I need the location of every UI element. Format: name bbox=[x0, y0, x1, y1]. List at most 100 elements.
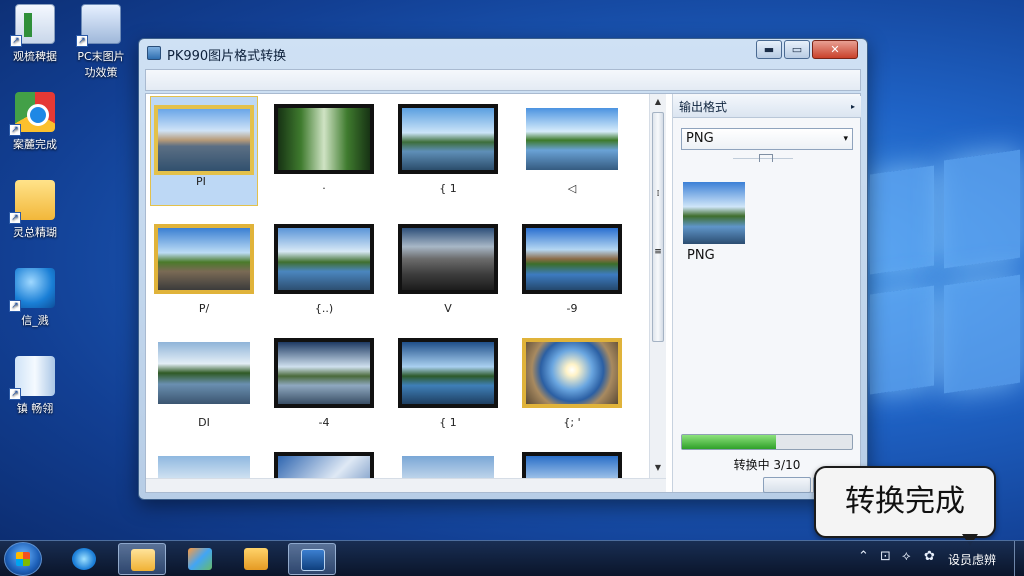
desktop-icon-label: 镇 畅翎 bbox=[16, 402, 54, 415]
folder-icon bbox=[131, 549, 155, 571]
scroll-down-arrow[interactable]: ▼ bbox=[650, 460, 666, 476]
app-icon bbox=[147, 46, 161, 60]
taskbar-explorer[interactable] bbox=[118, 543, 166, 575]
thumbnail-item[interactable]: { 1 bbox=[398, 338, 506, 448]
taskbar-ie[interactable] bbox=[60, 543, 108, 575]
thumbnail-image bbox=[522, 224, 622, 294]
progress-fill bbox=[682, 435, 776, 449]
ie-icon: ↗ bbox=[9, 268, 55, 312]
thumbnail-item[interactable]: V bbox=[398, 224, 506, 334]
panel-splitter-handle[interactable] bbox=[759, 154, 773, 162]
taskbar-folder[interactable] bbox=[232, 543, 280, 575]
desktop-icon-recycle-bin[interactable]: ↗ 镇 畅翎 bbox=[0, 356, 70, 416]
taskbar-converter[interactable] bbox=[288, 543, 336, 575]
desktop-icon-pc-image[interactable]: ↗ PC末图片 功效策 bbox=[66, 4, 136, 80]
desktop-icon-chrome[interactable]: ↗ 案麓完成 bbox=[0, 92, 70, 152]
thumbnail-image bbox=[274, 224, 374, 294]
thumbnail-item[interactable]: { 1 bbox=[398, 104, 506, 214]
completion-callout: 转换完成 bbox=[814, 466, 996, 538]
thumbnail-caption: {; ' bbox=[563, 416, 581, 429]
thumbnail-item[interactable]: ◁ bbox=[522, 104, 630, 214]
folder-icon bbox=[244, 548, 268, 570]
chrome-icon: ↗ bbox=[9, 92, 55, 136]
desktop-icon-folder[interactable]: ↗ 灵总精瑚 bbox=[0, 180, 70, 240]
thumbnail-caption: -9 bbox=[566, 302, 578, 315]
preview-format-label: PNG bbox=[687, 248, 715, 263]
thumbnail-image bbox=[522, 338, 622, 408]
folder-icon: ↗ bbox=[9, 180, 55, 224]
vertical-scrollbar[interactable]: ▲ ⁞ ≡ ▼ bbox=[649, 94, 666, 478]
thumbnail-image bbox=[398, 104, 498, 174]
format-select[interactable]: PNG ▾ bbox=[681, 128, 853, 150]
main-content: PI · { 1 ◁ P/ {..) V -9 DI -4 {1 {; ' ▲… bbox=[145, 93, 861, 493]
thumbnail-caption: { 1 bbox=[439, 416, 457, 429]
thumbnail-item[interactable] bbox=[154, 452, 262, 478]
title-bar[interactable]: PK990图片格式转换 ▬ ▭ ✕ bbox=[139, 39, 867, 67]
thumbnail-image bbox=[522, 104, 622, 174]
maximize-button[interactable]: ▭ bbox=[784, 40, 810, 59]
output-format-header[interactable]: 输出格式 ▸ bbox=[673, 96, 861, 118]
thumbnail-item[interactable]: -9 bbox=[522, 224, 630, 334]
start-button[interactable] bbox=[4, 542, 42, 576]
conversion-progress-bar bbox=[681, 434, 853, 450]
scrollbar-thumb[interactable]: ⁞ ≡ bbox=[652, 112, 664, 342]
thumbnail-image bbox=[154, 105, 254, 175]
thumbnail-item[interactable] bbox=[274, 452, 382, 478]
desktop-icon-ie[interactable]: ↗ 信_溅 bbox=[0, 268, 70, 328]
close-button[interactable]: ✕ bbox=[812, 40, 858, 59]
thumbnail-image bbox=[522, 452, 622, 478]
taskbar: ⌃ ⊡ ⟡ ✿ 设员虑辨 bbox=[0, 540, 1024, 576]
volume-icon[interactable]: ⟡ bbox=[902, 549, 911, 564]
preview-image bbox=[683, 182, 745, 244]
network-icon[interactable]: ⊡ bbox=[880, 549, 891, 564]
desktop-icon-doc[interactable]: ↗ 观梳稗据 bbox=[0, 4, 70, 64]
thumbnail-caption: { 1 bbox=[439, 182, 457, 195]
taskbar-image-app[interactable] bbox=[176, 543, 224, 575]
thumbnail-caption: {..) bbox=[314, 302, 334, 315]
thumbnail-item[interactable]: -4 bbox=[274, 338, 382, 448]
output-panel: 输出格式 ▸ PNG ▾ PNG 转换中 3/10 bbox=[672, 94, 861, 492]
thumbnail-image bbox=[154, 224, 254, 294]
horizontal-scrollbar[interactable] bbox=[146, 478, 666, 492]
thumbnail-image bbox=[398, 452, 498, 478]
scroll-up-arrow[interactable]: ▲ bbox=[650, 94, 666, 110]
minimize-button[interactable]: ▬ bbox=[756, 40, 782, 59]
settings-icon[interactable]: ✿ bbox=[924, 549, 935, 564]
thumbnail-item[interactable]: {; ' bbox=[522, 338, 630, 448]
tray-overflow-icon[interactable]: ⌃ bbox=[858, 549, 869, 564]
thumbnail-item[interactable]: DI bbox=[154, 338, 262, 448]
format-select-value: PNG bbox=[686, 131, 714, 146]
thumbnail-item[interactable]: · bbox=[274, 104, 382, 214]
thumbnail-item[interactable] bbox=[522, 452, 630, 478]
desktop-icon-label: 灵总精瑚 bbox=[13, 226, 57, 239]
thumbnail-item[interactable]: {..) bbox=[274, 224, 382, 334]
image-file-icon: ↗ bbox=[76, 4, 121, 47]
thumbnail-item[interactable]: PI bbox=[150, 96, 258, 206]
thumbnail-caption: P/ bbox=[198, 302, 210, 315]
recycle-bin-icon: ↗ bbox=[9, 356, 55, 400]
thumbnail-image bbox=[154, 452, 254, 478]
output-format-title: 输出格式 bbox=[679, 100, 728, 114]
footer-button[interactable] bbox=[763, 477, 811, 493]
thumbnail-image bbox=[274, 452, 374, 478]
wallpaper-logo bbox=[860, 149, 1020, 420]
thumbnail-image bbox=[398, 338, 498, 408]
thumbnail-caption: V bbox=[444, 302, 452, 315]
thumbnail-caption: · bbox=[322, 182, 326, 195]
show-desktop-button[interactable] bbox=[1014, 541, 1024, 576]
thumbnail-item[interactable] bbox=[398, 452, 506, 478]
tray-clock[interactable]: 设员虑辨 bbox=[948, 551, 996, 568]
window-title: PK990图片格式转换 bbox=[167, 49, 287, 64]
thumbnail-item[interactable]: P/ bbox=[154, 224, 262, 334]
converter-app-icon bbox=[301, 549, 325, 571]
ie-icon bbox=[72, 548, 96, 570]
desktop-icon-label: 案麓完成 bbox=[13, 138, 57, 151]
app-window: PK990图片格式转换 ▬ ▭ ✕ PI · { 1 ◁ P/ {..) V -… bbox=[138, 38, 868, 500]
toolbar bbox=[145, 69, 861, 91]
scroll-grip-icon: ≡ bbox=[654, 247, 662, 257]
thumbnail-grid: PI · { 1 ◁ P/ {..) V -9 DI -4 {1 {; ' bbox=[146, 94, 644, 478]
thumbnail-image bbox=[398, 224, 498, 294]
desktop-icon-label: 观梳稗据 bbox=[13, 50, 57, 63]
thumbnail-image bbox=[274, 104, 374, 174]
desktop-icon-label: PC末图片 功效策 bbox=[77, 50, 125, 79]
